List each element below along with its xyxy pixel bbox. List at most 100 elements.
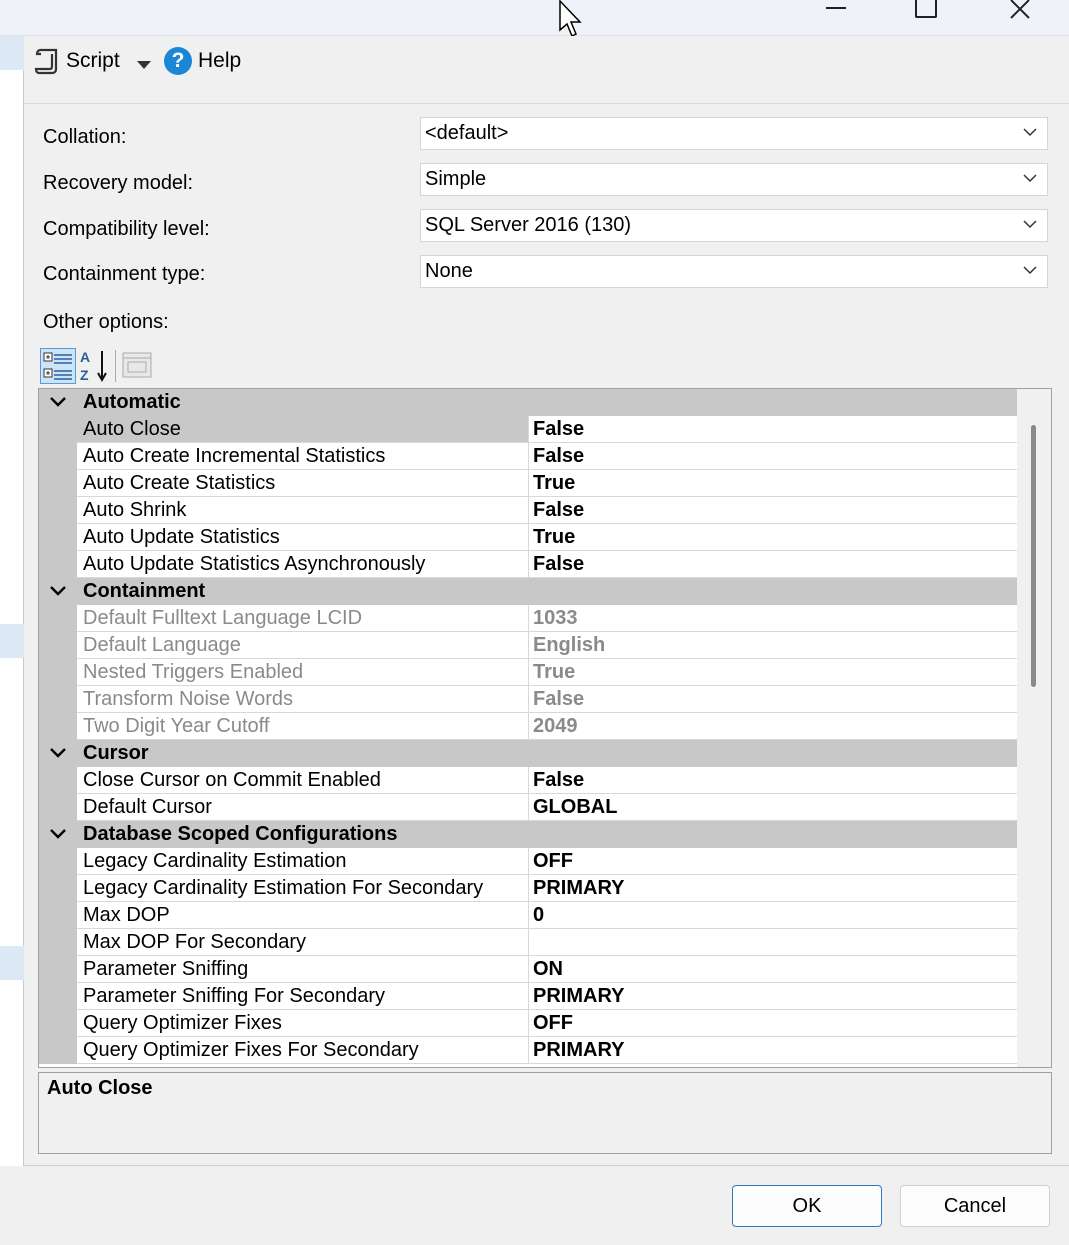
property-row[interactable]: Query Optimizer Fixes For Secondary PRIMA… [39, 1037, 1018, 1064]
property-row[interactable]: Auto Close False [39, 416, 1018, 443]
property-row[interactable]: Parameter Sniffing For Secondary PRIMARY [39, 983, 1018, 1010]
property-name[interactable]: Default Cursor [77, 794, 529, 821]
category-row[interactable]: Automatic [39, 389, 1018, 416]
property-row[interactable]: Legacy Cardinality Estimation OFF [39, 848, 1018, 875]
property-row[interactable]: Nested Triggers Enabled True [39, 659, 1018, 686]
property-value[interactable]: True [529, 659, 1018, 686]
help-icon: ? [164, 47, 192, 75]
property-row[interactable]: Max DOP For Secondary [39, 929, 1018, 956]
property-name[interactable]: Auto Create Incremental Statistics [77, 443, 529, 470]
categorized-view-button[interactable] [40, 348, 76, 384]
property-name[interactable]: Two Digit Year Cutoff [77, 713, 529, 740]
help-button[interactable]: ? Help [164, 46, 241, 76]
property-name[interactable]: Parameter Sniffing [77, 956, 529, 983]
maximize-icon[interactable] [906, 0, 946, 24]
chevron-down-icon[interactable] [49, 740, 69, 767]
property-value[interactable]: False [529, 443, 1018, 470]
property-value[interactable]: False [529, 767, 1018, 794]
recovery-model-select[interactable]: Simple [420, 163, 1048, 196]
background-window-strip [0, 36, 24, 1166]
minimize-icon[interactable] [816, 0, 856, 24]
containment-type-select[interactable]: None [420, 255, 1048, 288]
property-pages-button[interactable] [120, 348, 156, 384]
row-gutter [39, 524, 77, 551]
property-name[interactable]: Auto Update Statistics [77, 524, 529, 551]
property-value[interactable]: ON [529, 956, 1018, 983]
property-row[interactable]: Close Cursor on Commit Enabled False [39, 767, 1018, 794]
mouse-cursor-icon [559, 0, 582, 38]
property-value[interactable]: PRIMARY [529, 983, 1018, 1010]
property-value[interactable]: 2049 [529, 713, 1018, 740]
property-row[interactable]: Auto Update Statistics True [39, 524, 1018, 551]
property-value[interactable]: False [529, 416, 1018, 443]
chevron-down-icon [1023, 266, 1037, 275]
property-value[interactable]: True [529, 524, 1018, 551]
property-value[interactable]: PRIMARY [529, 1037, 1018, 1064]
property-value[interactable]: 0 [529, 902, 1018, 929]
property-name[interactable]: Query Optimizer Fixes For Secondary [77, 1037, 529, 1064]
property-value[interactable] [529, 929, 1018, 956]
property-row[interactable]: Default Language English [39, 632, 1018, 659]
property-grid[interactable]: Automatic Auto Close False Auto Create Incr… [38, 388, 1052, 1068]
property-row[interactable]: Auto Shrink False [39, 497, 1018, 524]
compatibility-level-select[interactable]: SQL Server 2016 (130) [420, 209, 1048, 242]
property-row[interactable]: Auto Update Statistics Asynchronously Fal… [39, 551, 1018, 578]
property-name[interactable]: Max DOP For Secondary [77, 929, 529, 956]
chevron-down-icon[interactable] [49, 578, 69, 605]
property-value[interactable]: English [529, 632, 1018, 659]
ok-button[interactable]: OK [732, 1185, 882, 1227]
script-dropdown-button[interactable] [136, 50, 152, 80]
property-name[interactable]: Default Language [77, 632, 529, 659]
property-row[interactable]: Default Fulltext Language LCID 1033 [39, 605, 1018, 632]
category-name: Cursor [83, 742, 149, 764]
cancel-button[interactable]: Cancel [900, 1185, 1050, 1227]
category-row[interactable]: Cursor [39, 740, 1018, 767]
chevron-down-icon[interactable] [49, 821, 69, 848]
property-row[interactable]: Parameter Sniffing ON [39, 956, 1018, 983]
property-row[interactable]: Default Cursor GLOBAL [39, 794, 1018, 821]
close-icon[interactable] [1000, 0, 1040, 24]
property-name[interactable]: Nested Triggers Enabled [77, 659, 529, 686]
row-gutter [39, 605, 77, 632]
property-name[interactable]: Parameter Sniffing For Secondary [77, 983, 529, 1010]
property-value[interactable]: False [529, 497, 1018, 524]
collation-select[interactable]: <default> [420, 117, 1048, 150]
property-name[interactable]: Transform Noise Words [77, 686, 529, 713]
property-value[interactable]: False [529, 686, 1018, 713]
property-row[interactable]: Legacy Cardinality Estimation For Second… [39, 875, 1018, 902]
property-name[interactable]: Close Cursor on Commit Enabled [77, 767, 529, 794]
category-row[interactable]: Database Scoped Configurations [39, 821, 1018, 848]
property-row[interactable]: Query Optimizer Fixes OFF [39, 1010, 1018, 1037]
property-name[interactable]: Legacy Cardinality Estimation For Second… [77, 875, 529, 902]
property-row[interactable]: Transform Noise Words False [39, 686, 1018, 713]
property-name[interactable]: Auto Create Statistics [77, 470, 529, 497]
property-value[interactable]: GLOBAL [529, 794, 1018, 821]
property-name[interactable]: Auto Shrink [77, 497, 529, 524]
vertical-scrollbar[interactable] [1017, 389, 1051, 1067]
property-row[interactable]: Two Digit Year Cutoff 2049 [39, 713, 1018, 740]
category-row[interactable]: Containment [39, 578, 1018, 605]
property-name[interactable]: Legacy Cardinality Estimation [77, 848, 529, 875]
chevron-down-icon[interactable] [49, 389, 69, 416]
description-title: Auto Close [47, 1077, 153, 1099]
property-value[interactable]: PRIMARY [529, 875, 1018, 902]
property-name[interactable]: Default Fulltext Language LCID [77, 605, 529, 632]
script-button[interactable]: Script [34, 46, 120, 76]
property-row[interactable]: Auto Create Statistics True [39, 470, 1018, 497]
property-value[interactable]: False [529, 551, 1018, 578]
property-name[interactable]: Max DOP [77, 902, 529, 929]
property-row[interactable]: Max DOP 0 [39, 902, 1018, 929]
property-value[interactable]: OFF [529, 848, 1018, 875]
recovery-model-label: Recovery model: [43, 172, 194, 194]
row-gutter [39, 794, 77, 821]
row-gutter [39, 956, 77, 983]
property-name[interactable]: Query Optimizer Fixes [77, 1010, 529, 1037]
property-row[interactable]: Auto Create Incremental Statistics False [39, 443, 1018, 470]
property-value[interactable]: 1033 [529, 605, 1018, 632]
alphabetical-sort-button[interactable]: A Z [78, 348, 114, 384]
property-name[interactable]: Auto Close [77, 416, 529, 443]
property-name[interactable]: Auto Update Statistics Asynchronously [77, 551, 529, 578]
property-value[interactable]: OFF [529, 1010, 1018, 1037]
property-value[interactable]: True [529, 470, 1018, 497]
scrollbar-thumb[interactable] [1031, 425, 1036, 687]
